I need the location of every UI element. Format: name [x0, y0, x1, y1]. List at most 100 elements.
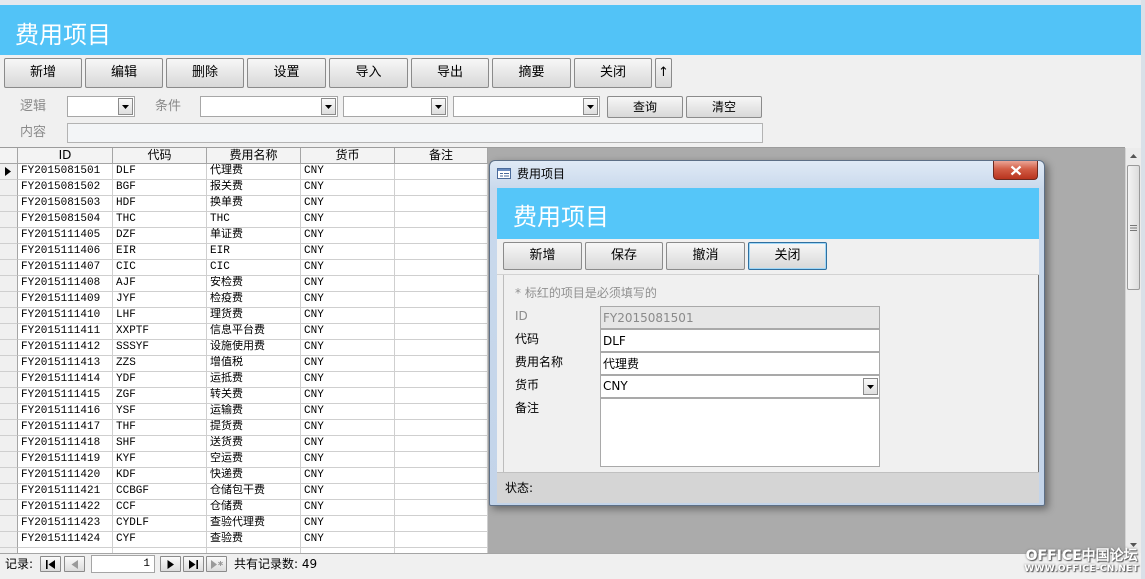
grid-cell-currency[interactable]: CNY — [301, 212, 395, 228]
grid-cell-name[interactable]: 仓储费 — [207, 500, 301, 516]
grid-cell-id[interactable]: FY2015111422 — [18, 500, 113, 516]
table-row[interactable]: FY2015111412 SSSYF 设施使用费 CNY — [0, 340, 488, 356]
column-header-remark[interactable]: 备注 — [395, 148, 488, 164]
dialog-close-button[interactable] — [993, 161, 1038, 180]
grid-cell-name[interactable]: 检疫费 — [207, 292, 301, 308]
grid-cell-remark[interactable] — [395, 228, 488, 244]
grid-cell-name[interactable]: 增值税 — [207, 356, 301, 372]
table-row[interactable]: FY2015081502 BGF 报关费 CNY — [0, 180, 488, 196]
grid-cell-id[interactable]: FY2015111420 — [18, 468, 113, 484]
grid-cell-currency[interactable]: CNY — [301, 484, 395, 500]
grid-cell-code[interactable]: HDF — [113, 196, 207, 212]
grid-cell-remark[interactable] — [395, 260, 488, 276]
current-record-input[interactable] — [91, 555, 155, 573]
grid-cell-code[interactable]: JYF — [113, 292, 207, 308]
table-row[interactable]: FY2015111424 CYF 查验费 CNY — [0, 532, 488, 548]
condition-field-select[interactable] — [200, 96, 338, 117]
row-selector[interactable] — [0, 372, 18, 388]
grid-cell-name[interactable]: 单证费 — [207, 228, 301, 244]
up-arrow-button[interactable]: ↑ — [655, 58, 672, 88]
grid-cell-remark[interactable] — [395, 372, 488, 388]
grid-cell-remark[interactable] — [395, 532, 488, 548]
grid-cell-name[interactable]: 理货费 — [207, 308, 301, 324]
grid-cell-name[interactable]: THC — [207, 212, 301, 228]
scroll-up-icon[interactable] — [1126, 148, 1141, 164]
grid-cell-id[interactable]: FY2015111417 — [18, 420, 113, 436]
settings-button[interactable]: 设置 — [247, 58, 326, 88]
table-row[interactable]: FY2015111417 THF 提货费 CNY — [0, 420, 488, 436]
row-selector[interactable] — [0, 388, 18, 404]
row-selector[interactable] — [0, 276, 18, 292]
grid-cell-remark[interactable] — [395, 468, 488, 484]
grid-cell-currency[interactable]: CNY — [301, 468, 395, 484]
grid-cell-code[interactable]: KYF — [113, 452, 207, 468]
grid-cell-id[interactable]: FY2015111412 — [18, 340, 113, 356]
grid-cell-currency[interactable]: CNY — [301, 452, 395, 468]
table-row[interactable]: FY2015111415 ZGF 转关费 CNY — [0, 388, 488, 404]
grid-cell-currency[interactable]: CNY — [301, 260, 395, 276]
grid-cell-id[interactable]: FY2015111419 — [18, 452, 113, 468]
content-input[interactable] — [67, 123, 763, 143]
grid-cell-remark[interactable] — [395, 276, 488, 292]
grid-cell-remark[interactable] — [395, 484, 488, 500]
grid-cell-id[interactable]: FY2015111407 — [18, 260, 113, 276]
grid-cell-currency[interactable]: CNY — [301, 532, 395, 548]
remark-textarea[interactable] — [600, 398, 880, 467]
grid-cell-code[interactable]: XXPTF — [113, 324, 207, 340]
grid-cell-remark[interactable] — [395, 212, 488, 228]
grid-cell-remark[interactable] — [395, 500, 488, 516]
row-selector[interactable] — [0, 228, 18, 244]
summary-button[interactable]: 摘要 — [492, 58, 571, 88]
grid-cell-name[interactable]: 查验费 — [207, 532, 301, 548]
row-selector[interactable] — [0, 420, 18, 436]
row-selector[interactable] — [0, 164, 18, 180]
currency-select[interactable]: CNY — [600, 375, 880, 398]
grid-cell-code[interactable]: KDF — [113, 468, 207, 484]
grid-cell-currency[interactable]: CNY — [301, 500, 395, 516]
import-button[interactable]: 导入 — [329, 58, 408, 88]
grid-cell-currency[interactable]: CNY — [301, 356, 395, 372]
grid-cell-remark[interactable] — [395, 340, 488, 356]
row-selector[interactable] — [0, 308, 18, 324]
grid-cell-id[interactable]: FY2015081502 — [18, 180, 113, 196]
logic-select[interactable] — [67, 96, 135, 117]
grid-cell-remark[interactable] — [395, 436, 488, 452]
grid-cell-currency[interactable]: CNY — [301, 436, 395, 452]
grid-cell-name[interactable]: 查验代理费 — [207, 516, 301, 532]
grid-cell-id[interactable]: FY2015111411 — [18, 324, 113, 340]
table-row[interactable]: FY2015111416 YSF 运输费 CNY — [0, 404, 488, 420]
table-row[interactable]: FY2015111414 YDF 运抵费 CNY — [0, 372, 488, 388]
grid-cell-name[interactable]: 代理费 — [207, 164, 301, 180]
grid-cell-id[interactable]: FY2015111406 — [18, 244, 113, 260]
grid-cell-currency[interactable]: CNY — [301, 292, 395, 308]
row-selector[interactable] — [0, 244, 18, 260]
grid-cell-id[interactable]: FY2015111418 — [18, 436, 113, 452]
grid-cell-remark[interactable] — [395, 180, 488, 196]
row-selector[interactable] — [0, 484, 18, 500]
next-record-button[interactable] — [160, 556, 181, 572]
grid-cell-code[interactable]: AJF — [113, 276, 207, 292]
query-button[interactable]: 查询 — [607, 96, 683, 118]
grid-cell-name[interactable]: 设施使用费 — [207, 340, 301, 356]
grid-cell-name[interactable]: 运输费 — [207, 404, 301, 420]
grid-cell-code[interactable]: THC — [113, 212, 207, 228]
grid-cell-code[interactable]: DLF — [113, 164, 207, 180]
grid-cell-code[interactable]: ZZS — [113, 356, 207, 372]
scrollbar-thumb[interactable] — [1127, 165, 1140, 290]
grid-cell-currency[interactable]: CNY — [301, 196, 395, 212]
row-selector[interactable] — [0, 340, 18, 356]
column-header-name[interactable]: 费用名称 — [207, 148, 301, 164]
chevron-down-icon[interactable] — [863, 378, 878, 395]
grid-cell-id[interactable]: FY2015081501 — [18, 164, 113, 180]
dialog-undo-button[interactable]: 撤消 — [666, 242, 745, 270]
grid-cell-currency[interactable]: CNY — [301, 244, 395, 260]
grid-cell-code[interactable]: ZGF — [113, 388, 207, 404]
grid-cell-remark[interactable] — [395, 244, 488, 260]
grid-cell-name[interactable]: 运抵费 — [207, 372, 301, 388]
grid-cell-code[interactable]: THF — [113, 420, 207, 436]
grid-cell-id[interactable]: FY2015111416 — [18, 404, 113, 420]
table-row[interactable]: FY2015111418 SHF 送货费 CNY — [0, 436, 488, 452]
grid-cell-currency[interactable]: CNY — [301, 404, 395, 420]
grid-cell-remark[interactable] — [395, 404, 488, 420]
row-selector[interactable] — [0, 436, 18, 452]
